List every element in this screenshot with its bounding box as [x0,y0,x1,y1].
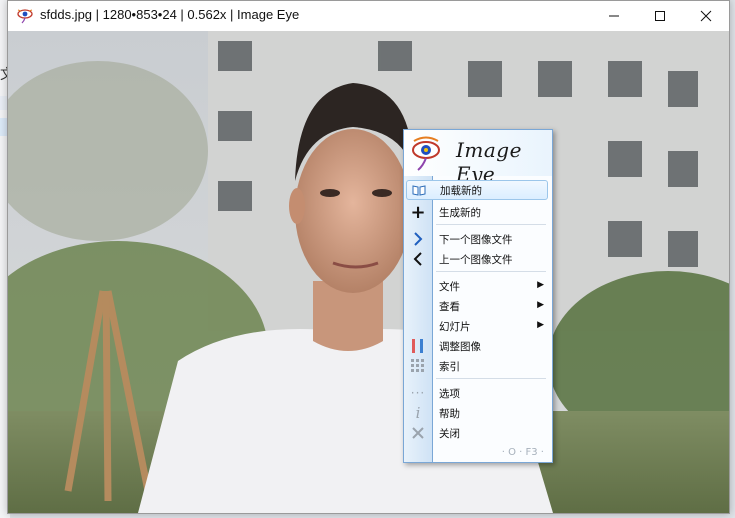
menu-item-label: 查看 [439,301,460,313]
menu-item-options[interactable]: ··· 选项 [404,383,552,403]
chevron-left-icon [410,251,426,267]
menu-item-index[interactable]: 索引 [404,356,552,376]
menu-logo-banner: Image Eye [404,130,552,186]
submenu-arrow-icon: ▶ [537,320,544,330]
menu-footer-shortcut: · O · F3 · [501,447,544,458]
menu-logo-text: Image Eye [456,138,522,186]
menu-item-view[interactable]: 查看 ▶ [404,296,552,316]
menu-item-close[interactable]: 关闭 [404,423,552,443]
window-title: sfdds.jpg | 1280•853•24 | 0.562x | Image… [40,7,300,22]
image-eye-logo-icon [412,136,440,171]
menu-item-label: 调整图像 [439,341,481,353]
submenu-arrow-icon: ▶ [537,300,544,310]
menu-item-label: 关闭 [439,428,460,440]
menu-item-next-image[interactable]: 下一个图像文件 [404,229,552,249]
close-icon [700,10,712,22]
photo-portrait [8,31,729,513]
plus-icon: + [410,201,426,223]
maximize-icon [655,11,665,21]
image-eye-window: sfdds.jpg | 1280•853•24 | 0.562x | Image… [7,0,730,514]
close-window-button[interactable] [683,1,729,31]
menu-item-label: 索引 [439,361,460,373]
menu-item-label: 帮助 [439,408,460,420]
image-canvas[interactable] [8,31,729,513]
menu-item-label: 下一个图像文件 [439,234,513,246]
minimize-icon [609,15,619,17]
context-menu: Image Eye 加载新的 + 生成新的 下一个图像文件 上一个图像文件 文件… [403,129,553,463]
menu-item-create-new[interactable]: + 生成新的 [404,201,552,223]
menu-item-previous-image[interactable]: 上一个图像文件 [404,249,552,269]
menu-item-label: 文件 [439,281,460,293]
menu-item-label: 上一个图像文件 [439,254,513,266]
grid-icon [410,358,426,374]
image-eye-app-icon [17,9,33,24]
menu-item-label: 生成新的 [439,207,481,219]
menu-item-adjust-image[interactable]: 调整图像 [404,336,552,356]
book-open-icon [411,182,427,198]
chevron-right-icon [410,231,426,247]
menu-separator [436,224,546,225]
menu-item-label: 幻灯片 [439,321,471,333]
menu-item-help[interactable]: i 帮助 [404,403,552,423]
menu-item-slideshow[interactable]: 幻灯片 ▶ [404,316,552,336]
maximize-button[interactable] [637,1,683,31]
menu-item-label: 选项 [439,388,460,400]
menu-item-label: 加载新的 [440,185,482,197]
menu-separator [436,378,546,379]
title-bar[interactable]: sfdds.jpg | 1280•853•24 | 0.562x | Image… [8,1,729,31]
dots-icon: ··· [410,386,426,400]
close-x-icon [410,425,426,441]
submenu-arrow-icon: ▶ [537,280,544,290]
menu-item-file[interactable]: 文件 ▶ [404,276,552,296]
info-icon: i [415,404,421,422]
menu-item-load-new[interactable]: 加载新的 [406,180,548,200]
menu-separator [436,271,546,272]
adjust-bars-icon [410,338,426,354]
minimize-button[interactable] [591,1,637,31]
